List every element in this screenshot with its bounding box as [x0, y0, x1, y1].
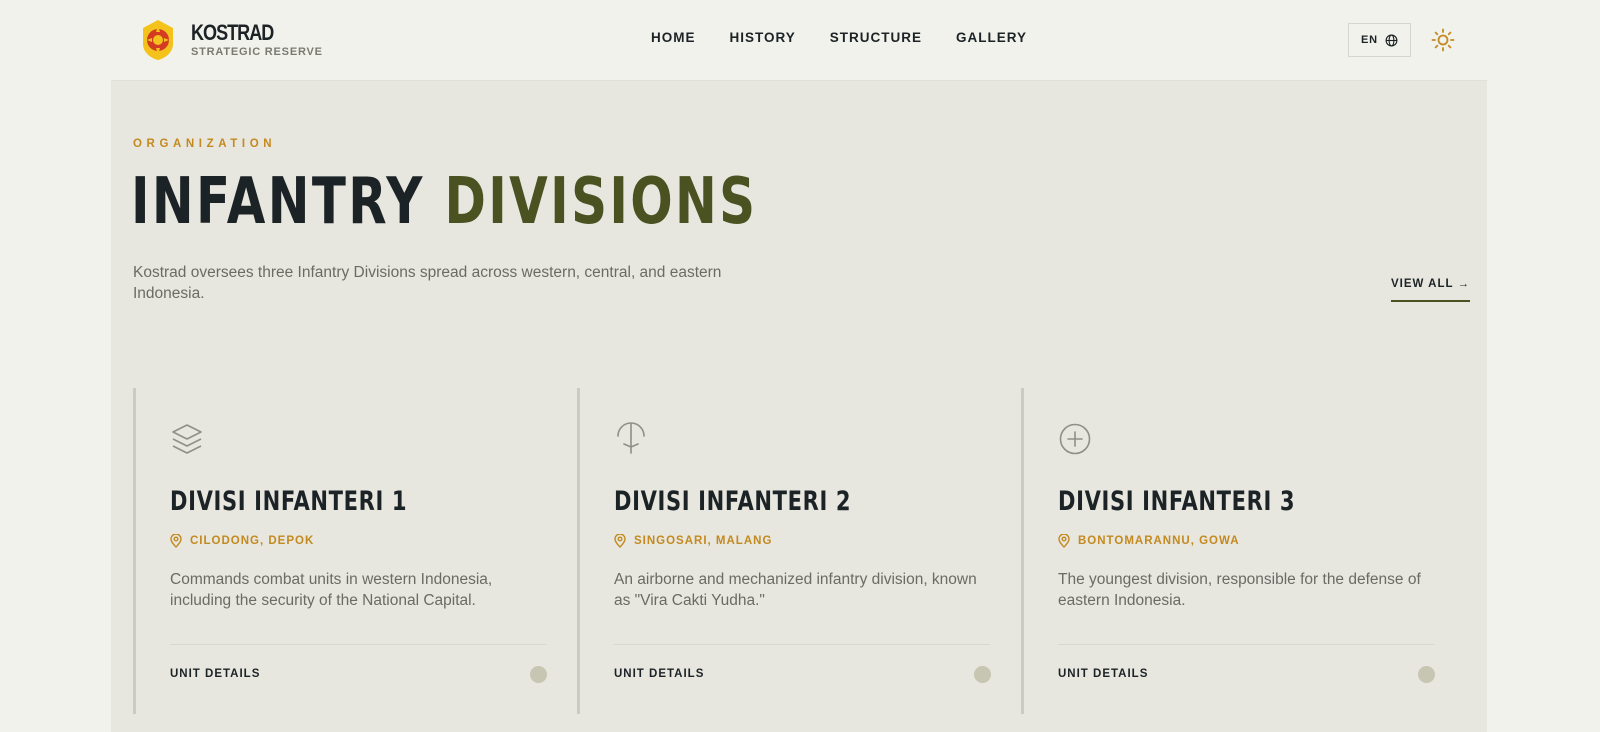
kostrad-emblem-icon	[143, 20, 173, 60]
parachute-icon	[617, 422, 645, 454]
card-dot-icon	[530, 666, 547, 683]
card-location: CILODONG, DEPOK	[170, 534, 314, 548]
section-lead: Kostrad oversees three Infantry Division…	[133, 264, 722, 302]
card-location: BONTOMARANNU, GOWA	[1058, 534, 1240, 548]
card-location: SINGOSARI, MALANG	[614, 534, 772, 548]
language-button[interactable]: EN	[1348, 23, 1411, 57]
card-dot-icon	[974, 666, 991, 683]
plus-circle-icon	[1059, 423, 1091, 455]
brand-subtitle: STRATEGIC RESERVE	[191, 46, 323, 58]
main-nav: HOME HISTORY STRUCTURE GALLERY	[651, 30, 1061, 45]
card-location-text: CILODONG, DEPOK	[190, 535, 315, 547]
globe-icon	[1385, 34, 1398, 46]
card-title: DIVISI INFANTERI 2	[614, 486, 852, 517]
layers-icon	[172, 424, 202, 454]
card-divider	[170, 644, 546, 645]
map-pin-icon	[614, 534, 626, 548]
division-card-1[interactable]: DIVISI INFANTERI 1 CILODONG, DEPOK Comma…	[133, 388, 577, 714]
view-all-link[interactable]: VIEW ALL →	[1391, 278, 1470, 302]
card-divider	[1058, 644, 1434, 645]
division-card-3[interactable]: DIVISI INFANTERI 3 BONTOMARANNU, GOWA Th…	[1021, 388, 1465, 714]
division-card-2[interactable]: DIVISI INFANTERI 2 SINGOSARI, MALANG An …	[577, 388, 1021, 714]
unit-details-link[interactable]: UNIT DETAILS	[614, 668, 704, 680]
card-dot-icon	[1418, 666, 1435, 683]
nav-history[interactable]: HISTORY	[730, 30, 796, 45]
title-part-2: DIVISIONS	[444, 165, 758, 239]
unit-details-link[interactable]: UNIT DETAILS	[170, 668, 260, 680]
sun-icon[interactable]	[1431, 28, 1455, 52]
map-pin-icon	[170, 534, 182, 548]
brand-name: KOSTRAD	[191, 20, 274, 45]
nav-gallery[interactable]: GALLERY	[956, 30, 1027, 45]
division-cards: DIVISI INFANTERI 1 CILODONG, DEPOK Comma…	[133, 388, 1467, 714]
nav-structure[interactable]: STRUCTURE	[830, 30, 922, 45]
card-location-text: SINGOSARI, MALANG	[634, 535, 773, 547]
card-description: An airborne and mechanized infantry divi…	[614, 571, 977, 609]
card-divider	[614, 644, 990, 645]
card-location-text: BONTOMARANNU, GOWA	[1078, 535, 1240, 547]
divisions-section: ORGANIZATION INFANTRY DIVISIONS Kostrad …	[111, 81, 1487, 732]
unit-details-link[interactable]: UNIT DETAILS	[1058, 668, 1148, 680]
map-pin-icon	[1058, 534, 1070, 548]
section-title: INFANTRY DIVISIONS	[131, 159, 757, 245]
nav-home[interactable]: HOME	[651, 30, 696, 45]
card-description: Commands combat units in western Indones…	[170, 571, 493, 609]
site-header: KOSTRAD STRATEGIC RESERVE HOME HISTORY S…	[111, 0, 1487, 81]
language-label: EN	[1361, 34, 1378, 46]
title-part-1: INFANTRY	[131, 165, 425, 239]
section-eyebrow: ORGANIZATION	[133, 138, 277, 150]
card-title: DIVISI INFANTERI 1	[170, 486, 408, 517]
card-title: DIVISI INFANTERI 3	[1058, 486, 1296, 517]
brand[interactable]: KOSTRAD STRATEGIC RESERVE	[139, 18, 323, 62]
card-description: The youngest division, responsible for t…	[1058, 571, 1421, 609]
